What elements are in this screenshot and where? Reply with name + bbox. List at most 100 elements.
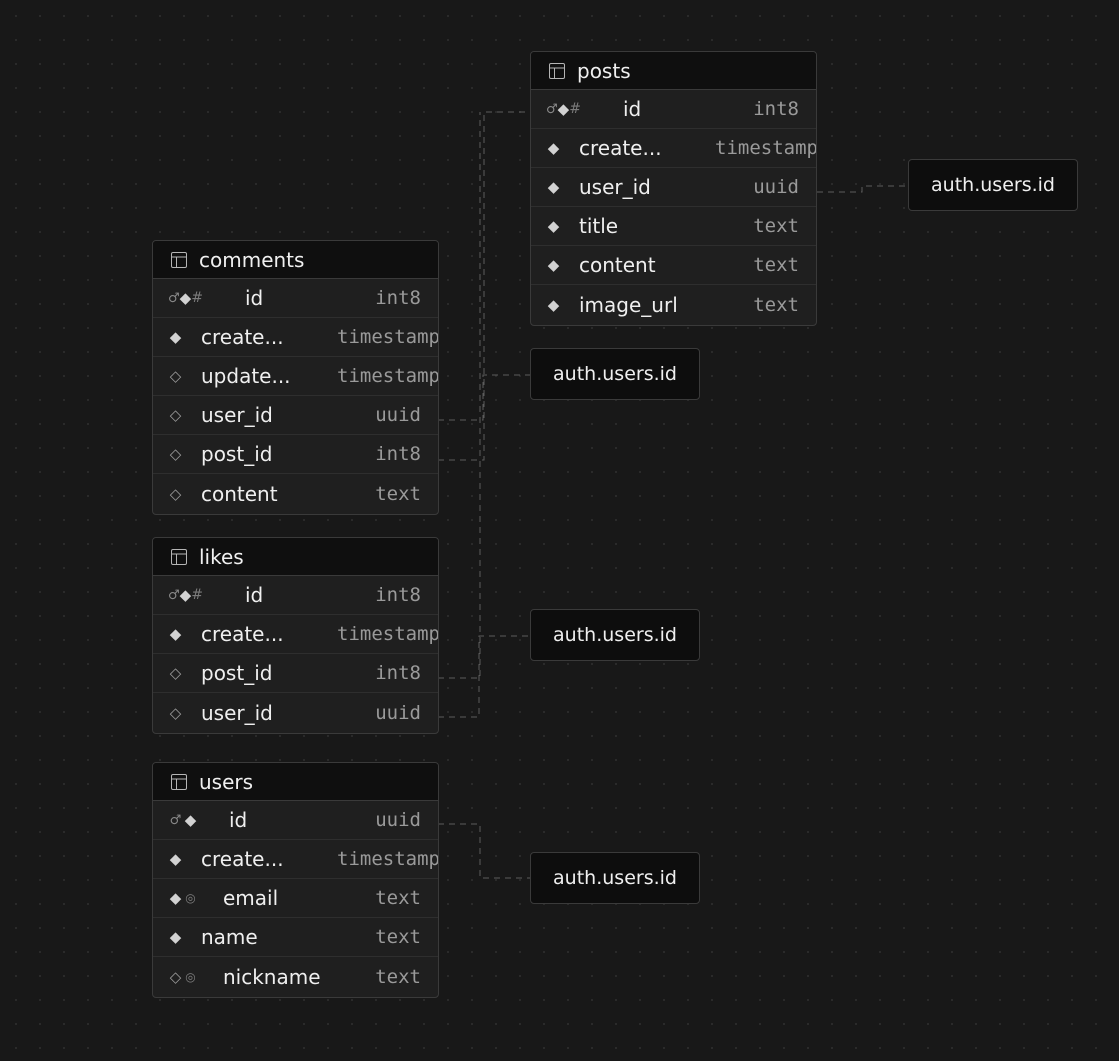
column-row-name[interactable]: ◆ name text bbox=[153, 918, 438, 957]
non-nullable-icon: ◆ bbox=[547, 216, 560, 235]
column-name: content bbox=[201, 482, 278, 506]
column-type: int8 bbox=[753, 98, 799, 120]
column-name: create... bbox=[579, 136, 662, 160]
column-row-email[interactable]: ◆ ◎ email text bbox=[153, 879, 438, 918]
fingerprint-icon: ◎ bbox=[185, 970, 196, 984]
table-name: posts bbox=[577, 58, 631, 83]
ref-node-auth-users-id[interactable]: auth.users.id bbox=[908, 159, 1078, 211]
column-row-title[interactable]: ◆ title text bbox=[531, 207, 816, 246]
nullable-icon: ◇ bbox=[169, 444, 182, 463]
table-header[interactable]: posts bbox=[531, 52, 816, 90]
column-type: int8 bbox=[375, 443, 421, 465]
column-type: uuid bbox=[375, 809, 421, 831]
ref-node-auth-users-id[interactable]: auth.users.id bbox=[530, 852, 700, 904]
column-icons: ◆ bbox=[531, 177, 579, 196]
column-name: id bbox=[229, 808, 248, 832]
column-row-user-id[interactable]: ◆ user_id uuid bbox=[531, 168, 816, 207]
column-row-user-id[interactable]: ◇ user_id uuid bbox=[153, 693, 438, 733]
non-nullable-icon: ◆ bbox=[557, 99, 570, 118]
column-row-image-url[interactable]: ◆ image_url text bbox=[531, 285, 816, 325]
column-type: timestamp bbox=[337, 365, 439, 387]
table-comments[interactable]: comments ♂ ◆ # id int8 ◆ create... times… bbox=[152, 240, 439, 515]
table-name: likes bbox=[199, 544, 244, 569]
column-type: text bbox=[375, 926, 421, 948]
table-name: comments bbox=[199, 247, 305, 272]
column-name: id bbox=[623, 97, 642, 121]
column-row-created[interactable]: ◆ create... timestamp bbox=[153, 615, 438, 654]
column-type: text bbox=[375, 887, 421, 909]
column-row-created[interactable]: ◆ create... timestamp bbox=[153, 318, 438, 357]
column-name: content bbox=[579, 253, 656, 277]
column-name: id bbox=[245, 286, 264, 310]
table-icon bbox=[171, 548, 187, 565]
nullable-icon: ◇ bbox=[169, 703, 182, 722]
column-icons: ♂ ◆ # bbox=[153, 587, 203, 603]
edge-users-id-auth bbox=[438, 823, 531, 879]
table-icon bbox=[549, 62, 565, 79]
column-row-created[interactable]: ◆ create... timestamp bbox=[531, 129, 816, 168]
column-icons: ◆ bbox=[531, 297, 579, 313]
column-type: uuid bbox=[375, 404, 421, 426]
column-name: create... bbox=[201, 847, 284, 871]
column-row-id[interactable]: ♂ ◆ # id int8 bbox=[153, 279, 438, 318]
column-row-id[interactable]: ♂ ◆ # id int8 bbox=[153, 576, 438, 615]
table-name: users bbox=[199, 769, 254, 794]
column-name: post_id bbox=[201, 661, 273, 685]
column-name: update... bbox=[201, 364, 291, 388]
column-type: text bbox=[375, 966, 421, 988]
column-icons: ◇ ◎ bbox=[153, 967, 201, 986]
column-row-updated[interactable]: ◇ update... timestamp bbox=[153, 357, 438, 396]
column-icons: ◇ bbox=[153, 703, 201, 722]
non-nullable-icon: ◆ bbox=[179, 288, 192, 307]
primary-key-icon: ♂ bbox=[168, 587, 180, 603]
table-icon bbox=[171, 773, 187, 790]
ref-node-auth-users-id[interactable]: auth.users.id bbox=[530, 609, 700, 661]
non-nullable-icon: ◆ bbox=[184, 810, 197, 829]
column-row-content[interactable]: ◆ content text bbox=[531, 246, 816, 285]
table-header[interactable]: users bbox=[153, 763, 438, 801]
column-type: text bbox=[753, 215, 799, 237]
identity-icon: # bbox=[191, 290, 203, 306]
column-row-id[interactable]: ♂ ◆ # id int8 bbox=[531, 90, 816, 129]
column-type: int8 bbox=[375, 662, 421, 684]
table-likes[interactable]: likes ♂ ◆ # id int8 ◆ create... timestam… bbox=[152, 537, 439, 734]
column-row-created[interactable]: ◆ create... timestamp bbox=[153, 840, 438, 879]
column-name: nickname bbox=[223, 965, 321, 989]
column-icons: ◆ bbox=[153, 329, 201, 345]
column-name: user_id bbox=[201, 403, 273, 427]
edge-comments-post-posts bbox=[438, 111, 531, 461]
column-type: timestamp bbox=[715, 137, 817, 159]
column-icons: ◆ bbox=[531, 140, 579, 156]
nullable-icon: ◇ bbox=[169, 967, 182, 986]
column-icons: ◆ bbox=[531, 216, 579, 235]
column-row-nickname[interactable]: ◇ ◎ nickname text bbox=[153, 957, 438, 997]
column-row-post-id[interactable]: ◇ post_id int8 bbox=[153, 435, 438, 474]
column-name: post_id bbox=[201, 442, 273, 466]
non-nullable-icon: ◆ bbox=[169, 927, 182, 946]
non-nullable-icon: ◆ bbox=[547, 177, 560, 196]
edge-posts-user-auth bbox=[817, 185, 908, 193]
column-type: timestamp bbox=[337, 848, 439, 870]
column-type: uuid bbox=[375, 702, 421, 724]
table-posts[interactable]: posts ♂ ◆ # id int8 ◆ create... timestam… bbox=[530, 51, 817, 326]
column-type: int8 bbox=[375, 584, 421, 606]
column-row-post-id[interactable]: ◇ post_id int8 bbox=[153, 654, 438, 693]
nullable-icon: ◇ bbox=[169, 663, 182, 682]
column-row-user-id[interactable]: ◇ user_id uuid bbox=[153, 396, 438, 435]
primary-key-icon: ♂ bbox=[168, 290, 180, 306]
table-header[interactable]: likes bbox=[153, 538, 438, 576]
column-type: text bbox=[375, 483, 421, 505]
column-row-content[interactable]: ◇ content text bbox=[153, 474, 438, 514]
column-icons: ◇ bbox=[153, 663, 201, 682]
column-icons: ♂ ◆ # bbox=[153, 288, 203, 307]
column-row-id[interactable]: ♂ ◆ id uuid bbox=[153, 801, 438, 840]
nullable-icon: ◇ bbox=[169, 366, 182, 385]
column-icons: ◇ bbox=[153, 407, 201, 423]
table-users[interactable]: users ♂ ◆ id uuid ◆ create... timestamp … bbox=[152, 762, 439, 998]
table-header[interactable]: comments bbox=[153, 241, 438, 279]
table-icon bbox=[171, 251, 187, 268]
ref-node-auth-users-id[interactable]: auth.users.id bbox=[530, 348, 700, 400]
column-icons: ◆ bbox=[153, 851, 201, 867]
column-icons: ♂ ◆ bbox=[153, 810, 201, 829]
column-name: name bbox=[201, 925, 258, 949]
